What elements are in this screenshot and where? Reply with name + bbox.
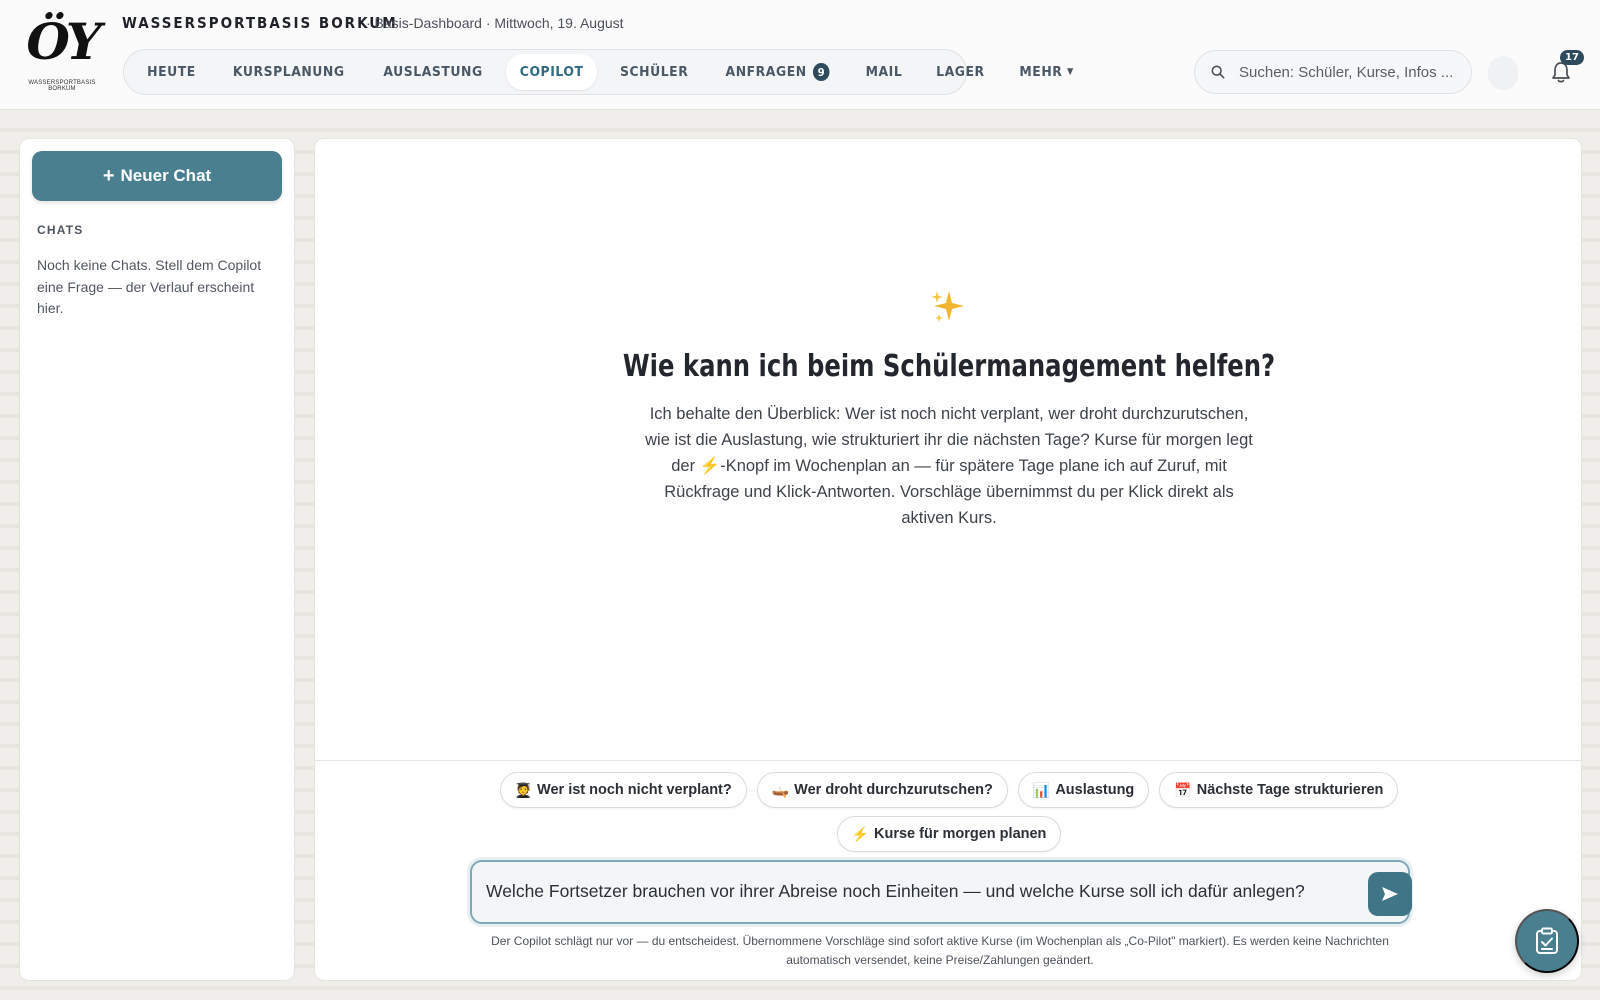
avatar[interactable] <box>1488 56 1518 90</box>
chat-sidebar: + Neuer Chat CHATS Noch keine Chats. Ste… <box>19 138 295 981</box>
suggestion-chips-row-2: ⚡ Kurse für morgen planen <box>315 816 1583 852</box>
suggestion-chip-kurse-morgen[interactable]: ⚡ Kurse für morgen planen <box>836 816 1062 852</box>
student-icon: 🧑‍🎓 <box>514 781 533 798</box>
logo-subtitle: WASSERSPORTBASIS BORKUM <box>28 80 96 92</box>
top-header: ÖY WASSERSPORTBASIS BORKUM WASSERSPORTBA… <box>0 0 1600 110</box>
checklist-fab-button[interactable] <box>1515 909 1579 973</box>
nav-label: AUSLASTUNG <box>383 64 484 80</box>
logo-mark: ÖY <box>26 12 101 71</box>
notification-count-badge: 17 <box>1560 50 1584 65</box>
nav-item-lager[interactable]: LAGER <box>923 54 999 90</box>
nav-item-heute[interactable]: HEUTE <box>133 54 209 90</box>
new-chat-button[interactable]: + Neuer Chat <box>32 151 282 201</box>
nav-label: COPILOT <box>520 64 585 80</box>
send-icon <box>1382 887 1398 901</box>
nav-label: HEUTE <box>147 64 196 80</box>
suggestion-chip-durchrutschen[interactable]: 🛶 Wer droht durchzurutschen? <box>756 772 1008 808</box>
chip-label: Auslastung <box>1055 782 1135 798</box>
chevron-down-icon: ▼ <box>1066 67 1074 77</box>
clipboard-check-icon <box>1536 927 1558 954</box>
send-button[interactable] <box>1368 872 1412 916</box>
chip-label: Wer ist noch nicht verplant? <box>537 782 732 798</box>
global-search[interactable] <box>1194 50 1472 94</box>
chat-input[interactable]: Welche Fortsetzer brauchen vor ihrer Abr… <box>486 881 1305 902</box>
copilot-disclaimer: Der Copilot schlägt nur vor — du entsche… <box>491 934 1389 967</box>
nav-item-schueler[interactable]: SCHÜLER <box>606 54 702 90</box>
nav-item-anfragen[interactable]: ANFRAGEN 9 <box>712 54 844 90</box>
nav-label: SCHÜLER <box>619 64 689 80</box>
copilot-intro: Ich behalte den Überblick: Wer ist noch … <box>645 405 1253 527</box>
nav-item-mail[interactable]: MAIL <box>852 54 916 90</box>
brand-logo[interactable]: ÖY WASSERSPORTBASIS BORKUM <box>14 10 110 96</box>
nav-item-mehr[interactable]: MEHR ▼ <box>1006 54 1088 90</box>
anfragen-count-badge: 9 <box>813 63 830 81</box>
search-icon <box>1211 65 1225 79</box>
nav-item-auslastung[interactable]: AUSLASTUNG <box>370 54 497 90</box>
suggestion-chips: 🧑‍🎓 Wer ist noch nicht verplant? 🛶 Wer d… <box>315 772 1583 808</box>
brand-name: WASSERSPORTBASIS BORKUM <box>122 14 398 32</box>
nav-label: MEHR <box>1019 64 1063 80</box>
suggestion-chip-naechste-tage[interactable]: 📅 Nächste Tage strukturieren <box>1159 772 1399 808</box>
main-nav: HEUTE KURSPLANUNG AUSLASTUNG COPILOT SCH… <box>123 49 1073 95</box>
lightning-icon: ⚡ <box>851 825 869 842</box>
bar-chart-icon: 📊 <box>1032 781 1051 798</box>
nav-label: LAGER <box>936 64 985 80</box>
search-input[interactable] <box>1239 63 1459 81</box>
divider <box>315 760 1583 761</box>
sparkles-icon <box>931 291 964 322</box>
nav-item-copilot[interactable]: COPILOT <box>506 54 598 90</box>
page-title: Wie kann ich beim Schülermanagement helf… <box>622 349 1276 384</box>
plus-icon: + <box>102 165 115 187</box>
nav-item-kursplanung[interactable]: KURSPLANUNG <box>219 54 358 90</box>
breadcrumb: · Basis-Dashboard · Mittwoch, 19. August <box>366 15 624 31</box>
chats-heading: CHATS <box>37 223 84 237</box>
new-chat-label: Neuer Chat <box>120 166 212 185</box>
suggestion-chip-auslastung[interactable]: 📊 Auslastung <box>1017 772 1150 808</box>
chip-label: Kurse für morgen planen <box>874 826 1047 842</box>
nav-label: ANFRAGEN <box>725 64 807 80</box>
chat-composer[interactable]: Welche Fortsetzer brauchen vor ihrer Abr… <box>470 860 1412 924</box>
nav-label: KURSPLANUNG <box>232 64 345 80</box>
chats-empty-state: Noch keine Chats. Stell dem Copilot eine… <box>37 257 262 316</box>
chip-label: Nächste Tage strukturieren <box>1196 782 1384 798</box>
calendar-icon: 📅 <box>1174 781 1192 798</box>
nav-label: MAIL <box>865 64 903 80</box>
copilot-panel: Wie kann ich beim Schülermanagement helf… <box>314 138 1583 981</box>
chip-label: Wer droht durchzurutschen? <box>794 782 993 798</box>
suggestion-chip-nicht-verplant[interactable]: 🧑‍🎓 Wer ist noch nicht verplant? <box>499 772 747 808</box>
canoe-icon: 🛶 <box>771 781 790 798</box>
